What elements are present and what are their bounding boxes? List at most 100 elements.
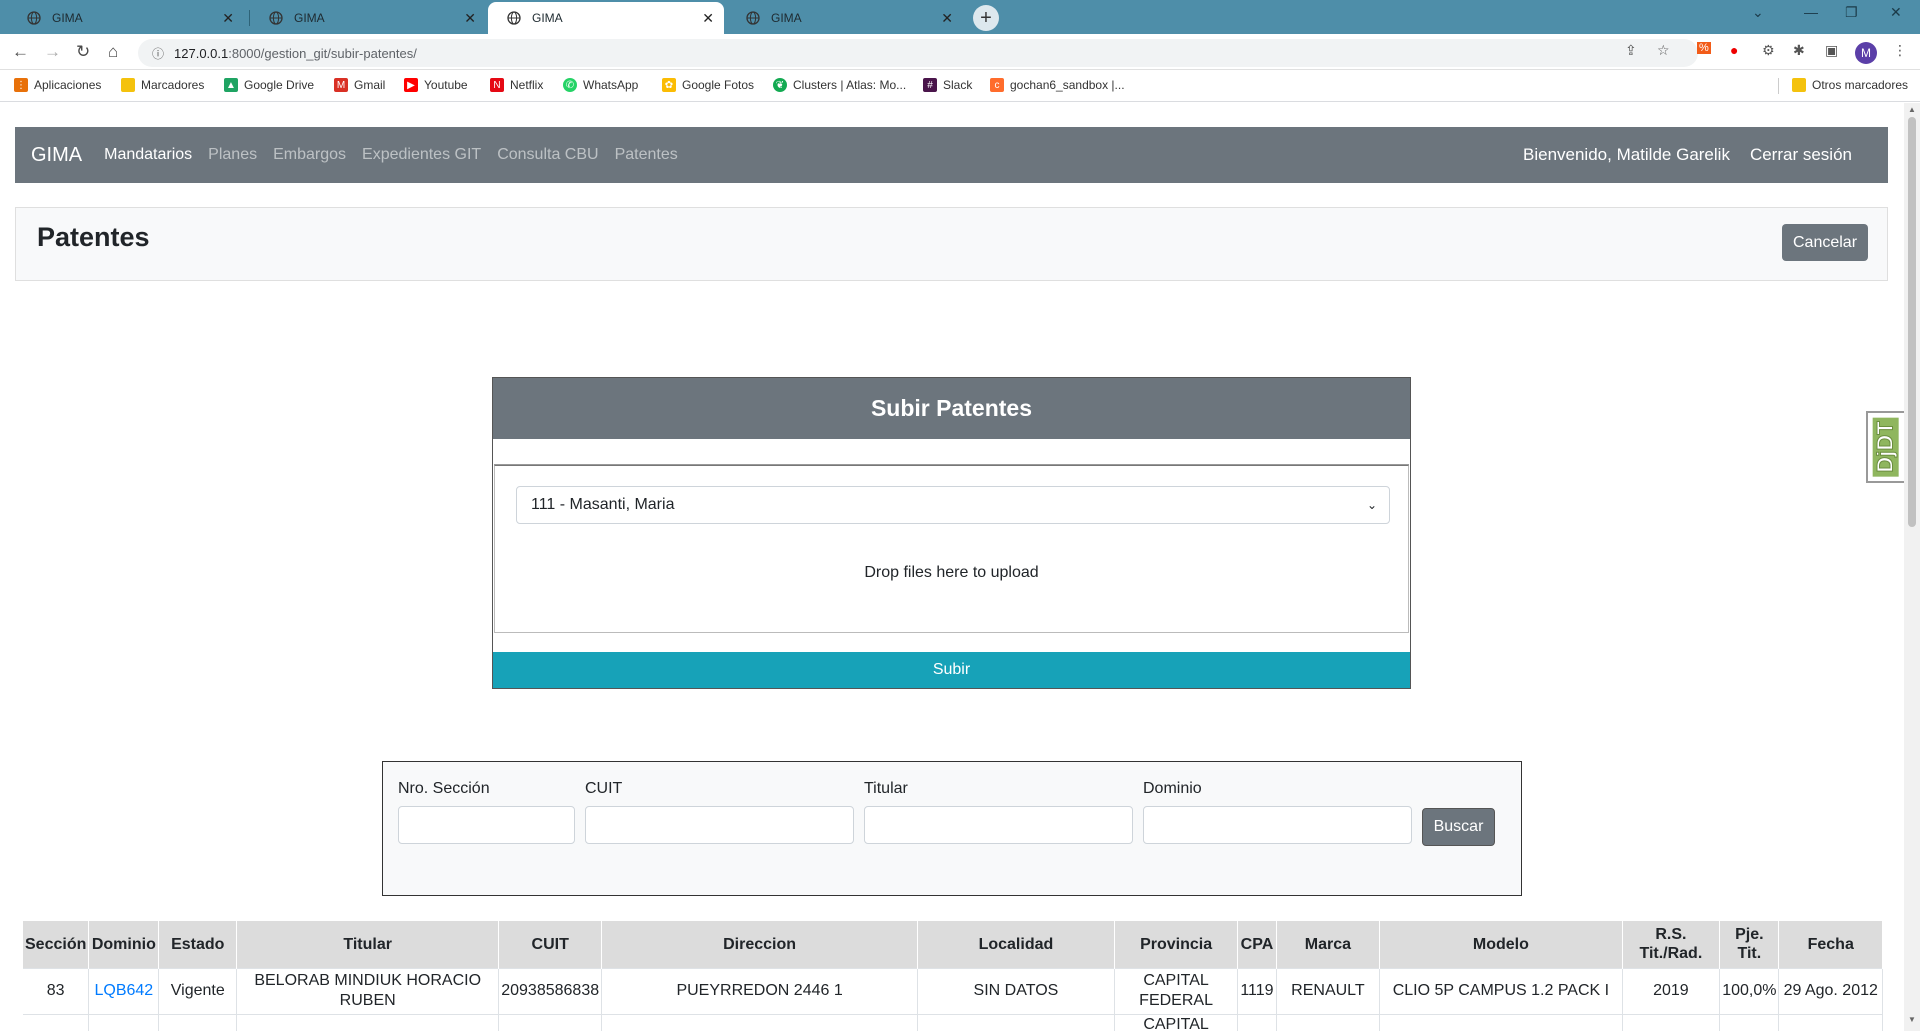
url-host: 127.0.0.1: [174, 45, 229, 61]
other-bookmarks[interactable]: Otros marcadores: [1792, 78, 1908, 92]
nav-embargos[interactable]: Embargos: [273, 146, 346, 164]
menu-icon[interactable]: ⋮: [1893, 42, 1907, 59]
patentes-table: Sección Dominio Estado Titular CUIT Dire…: [23, 921, 1883, 1031]
close-icon[interactable]: ✕: [702, 10, 714, 27]
bookmark-item[interactable]: ⋮ Aplicaciones: [14, 78, 101, 92]
cell-direccion: [601, 1013, 919, 1031]
nav-consulta-cbu[interactable]: Consulta CBU: [497, 146, 598, 164]
minimize-icon[interactable]: —: [1804, 4, 1818, 20]
dominio-input[interactable]: [1143, 806, 1412, 844]
close-icon[interactable]: ✕: [222, 10, 234, 27]
browser-tab-active[interactable]: GIMA ✕: [488, 2, 724, 34]
cancel-button[interactable]: Cancelar: [1782, 224, 1868, 261]
profile-avatar[interactable]: M: [1855, 42, 1877, 64]
nav-planes[interactable]: Planes: [208, 146, 257, 164]
dominio-field: Dominio: [1143, 780, 1412, 844]
scroll-down-icon[interactable]: ▼: [1908, 1015, 1916, 1024]
mandatario-select[interactable]: 111 - Masanti, Maria ⌄: [516, 486, 1390, 524]
logout-link[interactable]: Cerrar sesión: [1750, 145, 1852, 165]
tab-title: GIMA: [52, 11, 83, 25]
restore-icon[interactable]: ❐: [1845, 4, 1858, 21]
scrollbar-thumb[interactable]: [1908, 117, 1916, 527]
browser-tab[interactable]: GIMA ✕: [250, 2, 486, 34]
new-tab-button[interactable]: +: [973, 5, 999, 31]
forward-icon[interactable]: →: [44, 42, 61, 62]
bookmark-item[interactable]: c gochan6_sandbox |...: [990, 78, 1125, 92]
photos-icon: ✿: [662, 78, 676, 92]
nav-expedientes-git[interactable]: Expedientes GIT: [362, 146, 481, 164]
dominio-link[interactable]: LQB642: [94, 982, 153, 999]
browser-tab[interactable]: GIMA ✕: [8, 2, 244, 34]
cell-rs: [1622, 1013, 1721, 1031]
dropzone[interactable]: 111 - Masanti, Maria ⌄ Drop files here t…: [494, 465, 1409, 633]
debug-toolbar-handle[interactable]: DjDT: [1866, 411, 1904, 483]
close-window-icon[interactable]: ✕: [1890, 4, 1902, 21]
bookmark-label: gochan6_sandbox |...: [1010, 78, 1125, 92]
tab-search-icon[interactable]: ⌄: [1752, 4, 1764, 21]
drop-text: Drop files here to upload: [864, 564, 1039, 581]
col-provincia: Provincia: [1114, 921, 1239, 968]
page-scrollbar[interactable]: ▲ ▼: [1904, 103, 1920, 1031]
other-bookmarks-label: Otros marcadores: [1812, 78, 1909, 92]
gear-extension-icon[interactable]: ⚙: [1762, 42, 1775, 59]
navbar-brand[interactable]: GIMA: [31, 144, 82, 167]
browser-toolbar: ← → ↻ ⌂ ⓘ 127.0.0.1:8000/gestion_git/sub…: [0, 34, 1920, 70]
titular-input[interactable]: [864, 806, 1133, 844]
back-icon[interactable]: ←: [12, 42, 29, 62]
cell-cpa: [1237, 1013, 1277, 1031]
nav-mandatarios[interactable]: Mandatarios: [104, 146, 192, 164]
bookmark-item[interactable]: Marcadores: [121, 78, 204, 92]
star-icon[interactable]: ☆: [1657, 42, 1670, 59]
bookmark-item[interactable]: ✆ WhatsApp: [563, 78, 638, 92]
bookmark-item[interactable]: ✿ Google Fotos: [662, 78, 754, 92]
col-cpa: CPA: [1237, 921, 1277, 968]
address-bar[interactable]: ⓘ 127.0.0.1:8000/gestion_git/subir-paten…: [138, 39, 1698, 67]
close-icon[interactable]: ✕: [464, 10, 476, 27]
bookmark-label: Marcadores: [141, 78, 205, 92]
table-row: 83 LQB642 Vigente BELORAB MINDIUK HORACI…: [23, 967, 1883, 1014]
bookmark-item[interactable]: N Netflix: [490, 78, 543, 92]
cuit-label: CUIT: [585, 780, 623, 797]
cell-seccion: [23, 1013, 90, 1031]
buscar-button[interactable]: Buscar: [1422, 808, 1495, 846]
bookmark-item[interactable]: # Slack: [923, 78, 972, 92]
puzzle-icon[interactable]: ✱: [1793, 42, 1805, 59]
chevron-down-icon: ⌄: [1366, 498, 1377, 512]
cpanel-icon: c: [990, 78, 1004, 92]
seccion-input[interactable]: [398, 806, 575, 844]
nav-patentes[interactable]: Patentes: [615, 146, 678, 164]
bookmark-divider: [1778, 78, 1779, 94]
bookmark-item[interactable]: M Gmail: [334, 78, 385, 92]
globe-icon: [26, 10, 42, 26]
upload-inner-top: [494, 439, 1409, 465]
extension-icon[interactable]: %: [1697, 42, 1711, 54]
globe-icon: [268, 10, 284, 26]
apps-grid-icon: ⋮: [14, 78, 28, 92]
col-titular: Titular: [236, 921, 500, 968]
cell-dominio: [88, 1013, 160, 1031]
djdt-logo: DjDT: [1873, 417, 1900, 477]
reload-icon[interactable]: ↻: [76, 42, 90, 62]
bookmark-item[interactable]: ▶ Youtube: [404, 78, 468, 92]
cell-estado: [158, 1013, 238, 1031]
cuit-input[interactable]: [585, 806, 854, 844]
upload-title: Subir Patentes: [493, 378, 1410, 439]
bookmark-item[interactable]: ❦ Clusters | Atlas: Mo...: [773, 78, 906, 92]
side-panel-icon[interactable]: ▣: [1825, 42, 1838, 59]
folder-icon: [1792, 78, 1806, 92]
table-row: CAPITAL: [23, 1013, 1883, 1031]
table-header-row: Sección Dominio Estado Titular CUIT Dire…: [23, 921, 1883, 968]
home-icon[interactable]: ⌂: [108, 42, 118, 62]
page-header: Patentes Cancelar: [15, 207, 1888, 281]
browser-tab[interactable]: GIMA ✕: [727, 2, 963, 34]
opera-icon[interactable]: ●: [1730, 42, 1738, 58]
welcome-text: Bienvenido, Matilde Garelik: [1523, 145, 1730, 164]
close-icon[interactable]: ✕: [941, 10, 953, 27]
scroll-up-icon[interactable]: ▲: [1908, 105, 1916, 114]
cell-marca: RENAULT: [1276, 967, 1381, 1014]
info-icon[interactable]: ⓘ: [152, 45, 164, 62]
bookmark-item[interactable]: ▲ Google Drive: [224, 78, 314, 92]
subir-button[interactable]: Subir: [493, 652, 1410, 688]
bookmark-label: Aplicaciones: [34, 78, 102, 92]
share-icon[interactable]: ⇪: [1625, 42, 1637, 59]
